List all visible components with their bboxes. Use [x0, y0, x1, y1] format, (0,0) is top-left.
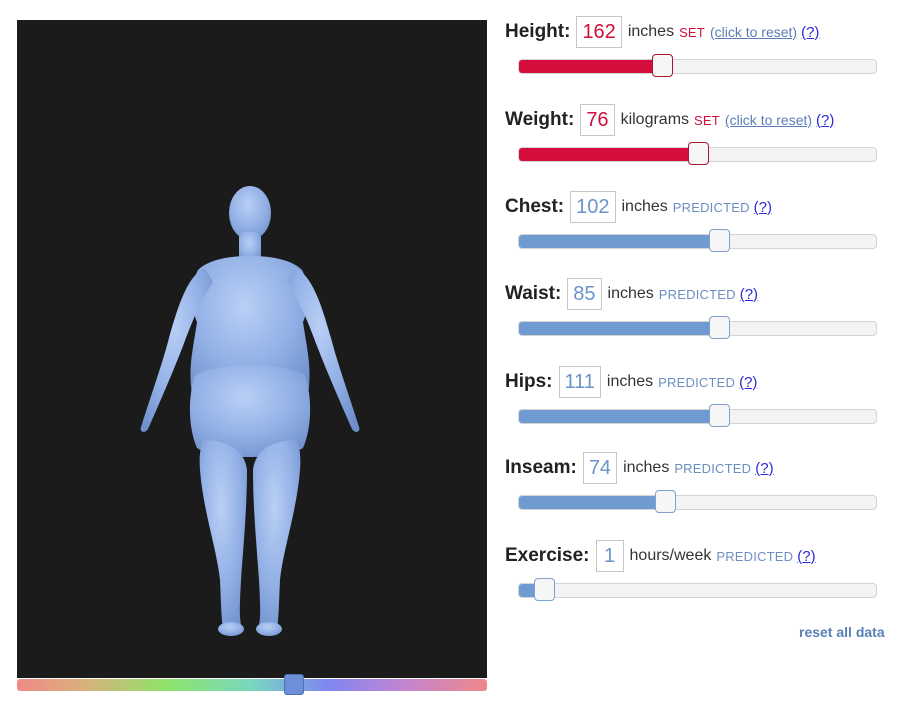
exercise-status: PREDICTED: [716, 548, 794, 564]
waist-status: PREDICTED: [658, 286, 736, 302]
hips-help-link[interactable]: (?): [739, 374, 757, 391]
chest-unit: inches: [621, 198, 668, 215]
exercise-unit: hours/week: [629, 547, 712, 564]
height-reset-link[interactable]: (click to reset): [710, 24, 797, 40]
chest-status: PREDICTED: [672, 199, 750, 215]
weight-value-input[interactable]: 76: [580, 104, 615, 136]
reset-all-data-link[interactable]: reset all data: [799, 624, 885, 640]
height-slider-thumb[interactable]: [651, 54, 673, 77]
height-slider-fill: [519, 60, 662, 73]
waist-slider[interactable]: [518, 316, 877, 339]
waist-help-link[interactable]: (?): [740, 286, 758, 303]
chest-value-input[interactable]: 102: [570, 191, 616, 223]
weight-reset-link[interactable]: (click to reset): [725, 112, 812, 128]
hips-unit: inches: [606, 373, 654, 390]
waist-slider-fill: [519, 322, 719, 335]
body-model-figure: [140, 186, 360, 636]
hips-slider-thumb[interactable]: [708, 404, 730, 427]
hips-value-input[interactable]: 111: [558, 366, 601, 398]
hips-slider[interactable]: [518, 404, 877, 427]
inseam-slider-fill: [519, 496, 666, 509]
inseam-value-input[interactable]: 74: [582, 452, 618, 484]
color-slider-thumb[interactable]: [284, 674, 305, 695]
waist-label: Waist:: [505, 283, 562, 304]
hips-label: Hips:: [505, 371, 553, 392]
waist-slider-thumb[interactable]: [708, 316, 730, 339]
inseam-label: Inseam:: [505, 457, 577, 478]
hips-status: PREDICTED: [658, 374, 736, 390]
weight-slider-fill: [519, 148, 698, 161]
height-slider[interactable]: [518, 54, 877, 77]
chest-help-link[interactable]: (?): [754, 199, 772, 216]
height-status: SET: [679, 24, 705, 40]
inseam-slider[interactable]: [518, 490, 877, 513]
chest-slider-thumb[interactable]: [708, 229, 730, 252]
inseam-unit: inches: [623, 459, 670, 476]
exercise-slider[interactable]: [518, 578, 877, 601]
chest-label: Chest:: [505, 196, 565, 217]
height-value-input[interactable]: 162: [576, 16, 622, 48]
body-visualizer-page: Height: 162 inches SET (click to reset) …: [0, 0, 908, 711]
height-help-link[interactable]: (?): [801, 24, 819, 41]
weight-label: Weight:: [505, 109, 575, 130]
inseam-slider-thumb[interactable]: [655, 490, 677, 513]
height-label: Height:: [505, 21, 571, 42]
exercise-value-input[interactable]: 1: [595, 540, 624, 572]
weight-unit: kilograms: [620, 111, 690, 128]
color-slider-track[interactable]: [17, 679, 487, 691]
waist-value-input[interactable]: 85: [567, 278, 602, 310]
hips-slider-fill: [519, 410, 719, 423]
chest-slider-fill: [519, 235, 719, 248]
chest-slider[interactable]: [518, 229, 877, 252]
inseam-help-link[interactable]: (?): [755, 460, 773, 477]
weight-slider-thumb[interactable]: [687, 142, 709, 165]
3d-body-viewer[interactable]: [17, 20, 487, 678]
inseam-status: PREDICTED: [674, 460, 752, 476]
exercise-help-link[interactable]: (?): [797, 548, 815, 565]
exercise-label: Exercise:: [505, 545, 590, 566]
height-unit: inches: [627, 23, 675, 40]
weight-help-link[interactable]: (?): [816, 112, 834, 129]
weight-slider[interactable]: [518, 142, 877, 165]
waist-unit: inches: [607, 285, 654, 302]
weight-status: SET: [694, 112, 720, 128]
exercise-slider-thumb[interactable]: [533, 578, 555, 601]
